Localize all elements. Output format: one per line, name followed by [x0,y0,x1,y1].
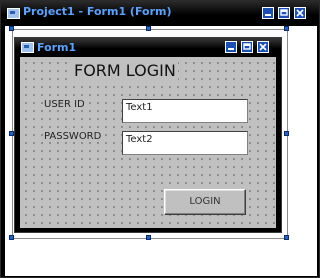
form-minimize-button[interactable] [225,41,237,53]
resize-handle-bottom-right[interactable] [284,235,289,240]
app-icon [7,8,20,19]
close-button[interactable] [294,7,306,19]
form1-titlebar[interactable]: Form1 [15,38,281,56]
resize-handle-top[interactable] [146,26,151,31]
designer-window: Project1 - Form1 (Form) Form1 FORM LOGIN… [0,0,320,278]
designer-titlebar[interactable]: Project1 - Form1 (Form) [1,1,319,25]
form-restore-button[interactable] [241,41,253,53]
restore-icon [280,9,288,16]
form1-window[interactable]: Form1 FORM LOGIN USER ID Text1 PASSWORD … [14,37,282,233]
user-id-textbox[interactable]: Text1 [122,99,248,123]
close-icon [259,43,267,51]
password-textbox[interactable]: Text2 [122,131,248,155]
form-app-icon [21,42,34,53]
user-id-label: USER ID [44,99,85,110]
resize-handle-top-left[interactable] [9,26,14,31]
minimize-icon [265,14,271,16]
designer-window-title: Project1 - Form1 (Form) [23,5,172,18]
password-label: PASSWORD [44,131,102,142]
designer-canvas: Form1 FORM LOGIN USER ID Text1 PASSWORD … [5,26,317,276]
login-button[interactable]: LOGIN [164,189,246,215]
resize-handle-right[interactable] [284,131,289,136]
minimize-icon [228,48,234,50]
form-heading: FORM LOGIN [72,61,178,80]
close-icon [296,9,304,17]
restore-icon [243,43,251,50]
form-client-area: FORM LOGIN USER ID Text1 PASSWORD Text2 … [20,57,276,228]
minimize-button[interactable] [262,7,274,19]
form-close-button[interactable] [257,41,269,53]
restore-button[interactable] [278,7,290,19]
resize-handle-top-right[interactable] [284,26,289,31]
resize-handle-bottom-left[interactable] [9,235,14,240]
form1-title: Form1 [37,41,77,54]
resize-handle-bottom[interactable] [146,235,151,240]
